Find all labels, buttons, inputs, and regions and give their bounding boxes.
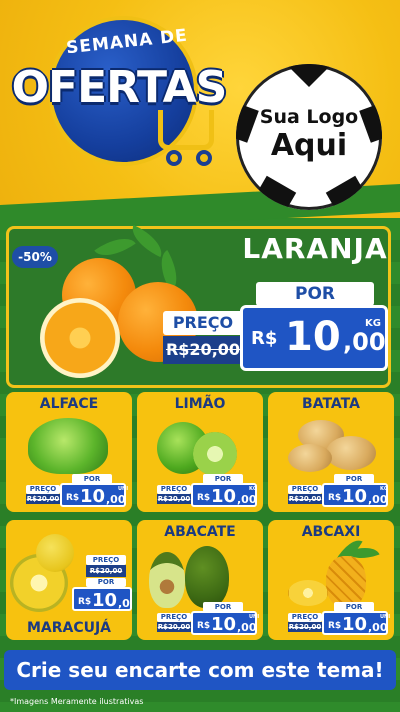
orange-half-icon bbox=[40, 298, 120, 378]
new-label: POR bbox=[86, 578, 126, 587]
avocado-half-icon bbox=[149, 552, 185, 608]
cart-wheel-icon bbox=[196, 150, 212, 166]
price-cents: ,00 bbox=[368, 621, 388, 634]
discount-badge: -50% bbox=[12, 246, 58, 268]
price-box: R$ 10 ,00 UNI bbox=[191, 611, 260, 635]
ball-patch bbox=[249, 175, 297, 210]
avocado-icon bbox=[185, 546, 229, 608]
price-cents: ,00 bbox=[118, 597, 132, 610]
product-name: MARACUJÁ bbox=[26, 620, 112, 636]
product-card: PREÇO R$20,00 POR R$ 10 ,00 KG MARACUJÁ bbox=[6, 520, 132, 640]
price-cents: ,00 bbox=[237, 493, 257, 506]
product-name: ABCAXI bbox=[301, 524, 361, 540]
product-card: ABACATE POR PREÇO R$20,00 R$ 10 ,00 UNI bbox=[137, 520, 263, 640]
unit: UNI bbox=[118, 486, 129, 492]
old-label: PREÇO bbox=[157, 613, 191, 622]
price-int: 10 bbox=[342, 614, 368, 635]
price-int: 10 bbox=[211, 486, 237, 507]
unit: KG bbox=[249, 486, 257, 492]
old-price: R$20,00 bbox=[26, 494, 60, 504]
product-card: ALFACE POR PREÇO R$20,00 R$ 10 ,00 UNI bbox=[6, 392, 132, 512]
price-box: R$ 10 ,00 KG bbox=[322, 483, 388, 507]
product-card: BATATA POR PREÇO R$20,00 R$ 10 ,00 KG bbox=[268, 392, 394, 512]
potato-icon bbox=[288, 444, 332, 472]
product-name: LIMÃO bbox=[174, 396, 226, 412]
hero-product-title: LARANJA bbox=[242, 232, 388, 265]
hero-new-label: POR bbox=[256, 282, 374, 306]
unit: UNI bbox=[380, 614, 391, 620]
old-price: R$20,00 bbox=[157, 622, 191, 632]
pineapple-slice-icon bbox=[288, 580, 328, 606]
cart-icon bbox=[158, 110, 214, 150]
product-name: BATATA bbox=[302, 396, 360, 412]
old-label: PREÇO bbox=[288, 485, 322, 494]
cart-wheel-icon bbox=[166, 150, 182, 166]
hero-unit: KG bbox=[365, 318, 381, 329]
hero-price-int: 10 bbox=[285, 314, 341, 360]
ball-patch bbox=[284, 64, 334, 88]
old-label: PREÇO bbox=[86, 555, 126, 565]
price-box: R$ 10 ,00 KG bbox=[191, 483, 257, 507]
old-price: R$20,00 bbox=[288, 622, 322, 632]
price-int: 10 bbox=[92, 590, 118, 611]
old-price-value: R$20,00 bbox=[89, 567, 123, 575]
unit: UNI bbox=[249, 614, 260, 620]
product-card: ABCAXI POR PREÇO R$20,00 R$ 10 ,00 UNI bbox=[268, 520, 394, 640]
price-box: R$ 10 ,00 KG bbox=[72, 587, 132, 611]
ball-patch bbox=[325, 175, 373, 210]
price-cents: ,00 bbox=[106, 493, 126, 506]
potato-icon bbox=[326, 436, 376, 470]
logo-line2: Aqui bbox=[270, 128, 348, 163]
price-box: R$ 10 ,00 UNI bbox=[322, 611, 391, 635]
unit: KG bbox=[380, 486, 388, 492]
old-price: R$20,00 bbox=[86, 565, 126, 577]
old-label: PREÇO bbox=[26, 485, 60, 494]
lettuce-icon bbox=[28, 418, 108, 474]
disclaimer-text: *Imagens Meramente ilustrativas bbox=[10, 697, 144, 706]
passion-fruit-icon bbox=[36, 534, 74, 572]
pineapple-icon bbox=[326, 556, 366, 608]
currency: R$ bbox=[66, 493, 80, 503]
price-int: 10 bbox=[211, 614, 237, 635]
hero-old-label: PREÇO bbox=[163, 311, 243, 335]
logo-line1: Sua Logo bbox=[259, 106, 359, 128]
unit: KG bbox=[130, 590, 132, 596]
hero-currency: R$ bbox=[251, 328, 278, 349]
currency: R$ bbox=[197, 493, 211, 503]
old-price-value: R$20,00 bbox=[26, 495, 60, 503]
price-int: 10 bbox=[80, 486, 106, 507]
currency: R$ bbox=[328, 621, 342, 631]
old-label: PREÇO bbox=[157, 485, 191, 494]
logo-placeholder: Sua Logo Aqui bbox=[236, 64, 382, 210]
old-price-value: R$20,00 bbox=[288, 623, 322, 631]
badge-main-text: OFERTAS bbox=[11, 62, 228, 113]
price-cents: ,00 bbox=[368, 493, 388, 506]
hero-old-price-value: R$20,00 bbox=[165, 340, 241, 359]
cta-banner: Crie seu encarte com este tema! bbox=[4, 650, 396, 690]
hero-price-box: R$ 10 ,00 KG bbox=[240, 305, 388, 371]
hero-price-cents: ,00 bbox=[343, 328, 386, 356]
currency: R$ bbox=[197, 621, 211, 631]
product-name: ALFACE bbox=[39, 396, 99, 412]
offers-badge: SEMANA DE OFERTAS bbox=[8, 10, 230, 175]
flyer-page: SEMANA DE OFERTAS Sua Logo Aqui -50% LAR… bbox=[0, 0, 400, 712]
old-price-value: R$20,00 bbox=[157, 495, 191, 503]
hero-old-price: R$20,00 bbox=[163, 336, 243, 364]
price-box: R$ 10 ,00 UNI bbox=[60, 483, 129, 507]
price-int: 10 bbox=[342, 486, 368, 507]
lime-half-icon bbox=[193, 432, 237, 476]
old-price: R$20,00 bbox=[288, 494, 322, 504]
price-cents: ,00 bbox=[237, 621, 257, 634]
product-name: ABACATE bbox=[164, 524, 236, 540]
currency: R$ bbox=[328, 493, 342, 503]
old-price: R$20,00 bbox=[157, 494, 191, 504]
old-price-value: R$20,00 bbox=[157, 623, 191, 631]
product-card: LIMÃO POR PREÇO R$20,00 R$ 10 ,00 KG bbox=[137, 392, 263, 512]
old-price-value: R$20,00 bbox=[288, 495, 322, 503]
currency: R$ bbox=[78, 597, 92, 607]
old-label: PREÇO bbox=[288, 613, 322, 622]
